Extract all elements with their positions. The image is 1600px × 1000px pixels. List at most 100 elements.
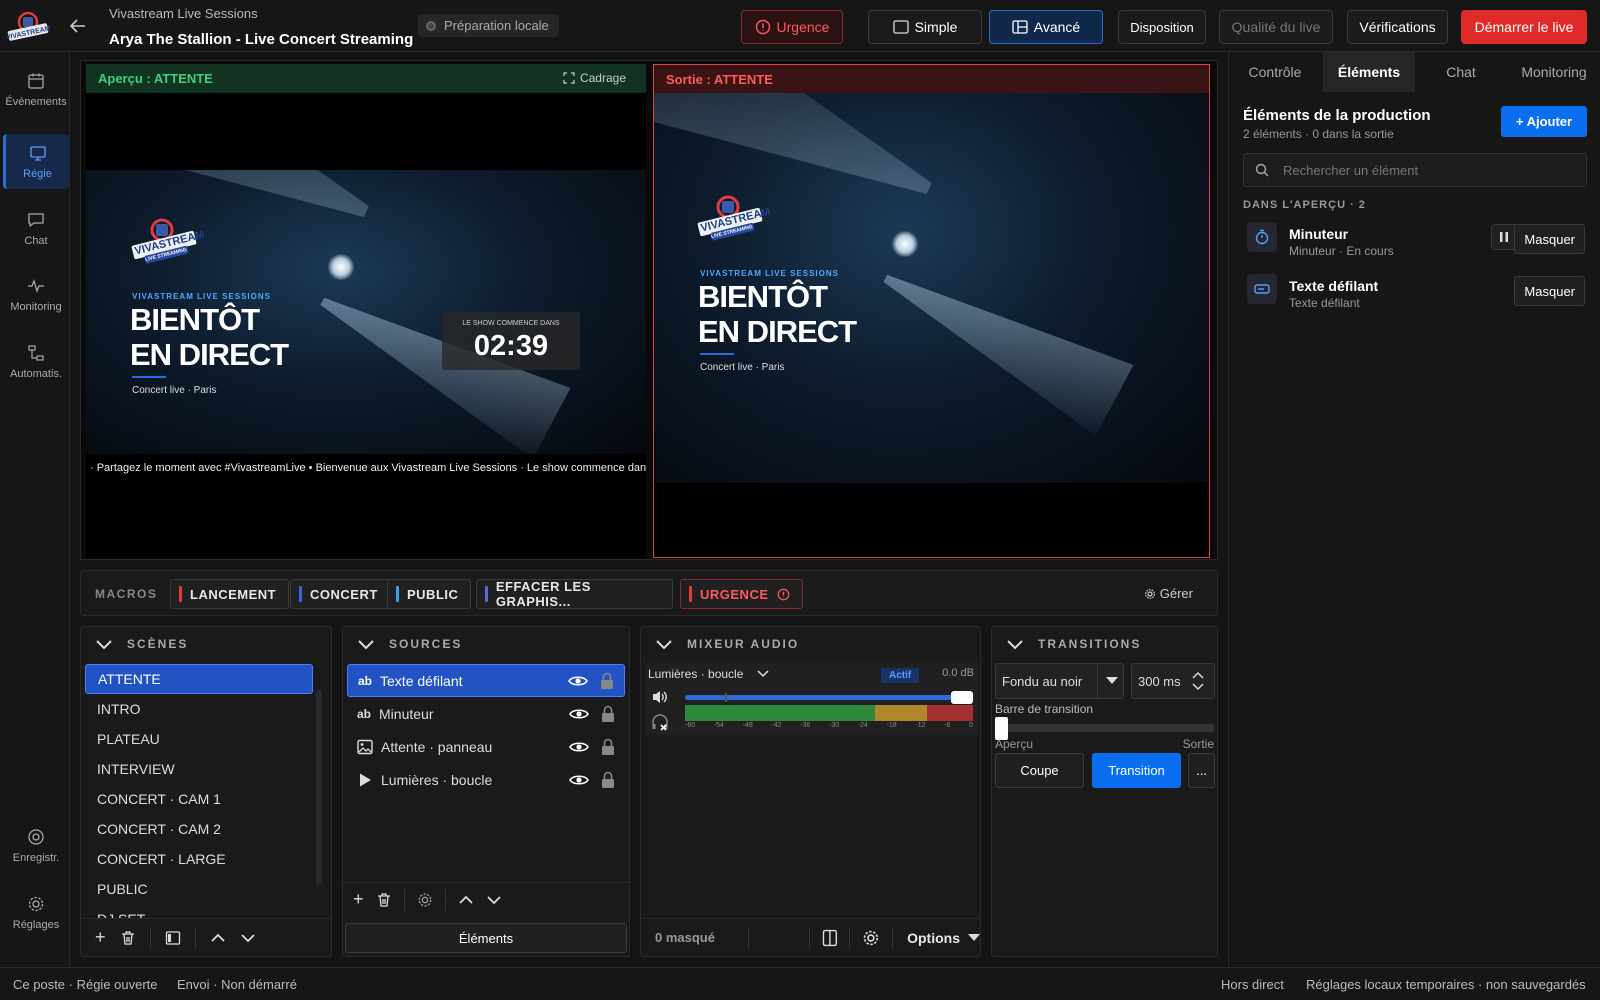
layout-columns-icon[interactable] (822, 929, 838, 947)
options-menu[interactable]: Options (907, 930, 980, 946)
scene-item[interactable]: CONCERT · LARGE (85, 844, 313, 874)
nav-monitoring-label: Monitoring (10, 300, 62, 313)
sources-header[interactable]: SOURCES (343, 627, 629, 661)
macro-concert[interactable]: CONCERT (290, 579, 391, 609)
overlay-subtitle: VIVASTREAM LIVE SESSIONS (132, 292, 271, 301)
gear-icon[interactable] (417, 892, 433, 908)
transitions-header[interactable]: TRANSITIONS (992, 627, 1217, 661)
nav-settings[interactable]: Réglages (3, 885, 69, 940)
scene-item[interactable]: INTRO (85, 694, 313, 724)
macro-clear-graphics[interactable]: EFFACER LES GRAPHIS... (476, 579, 673, 609)
trash-icon[interactable] (120, 930, 136, 946)
element-search[interactable] (1243, 153, 1587, 187)
audio-header[interactable]: MIXEUR AUDIO (641, 627, 980, 661)
volume-slider-track[interactable] (685, 691, 973, 704)
trash-icon[interactable] (376, 892, 392, 908)
eye-icon[interactable] (569, 707, 589, 721)
volume-tick (725, 693, 727, 702)
toolbar-divider (849, 926, 851, 949)
nav-events[interactable]: Événements (3, 62, 69, 117)
add-element-button[interactable]: + Ajouter (1501, 106, 1587, 137)
urgence-button[interactable]: Urgence (741, 10, 843, 44)
tab-monitoring[interactable]: Monitoring (1507, 52, 1600, 92)
scene-filter-icon[interactable] (165, 930, 181, 946)
tab-elements[interactable]: Éléments (1323, 52, 1415, 92)
tab-control[interactable]: Contrôle (1229, 52, 1321, 92)
tab-chat[interactable]: Chat (1415, 52, 1507, 92)
chevron-up-icon[interactable] (210, 932, 226, 944)
eye-icon[interactable] (569, 773, 589, 787)
checks-button[interactable]: Vérifications (1347, 10, 1448, 44)
add-source-icon[interactable]: + (353, 889, 364, 910)
macro-public[interactable]: PUBLIC (387, 579, 472, 609)
hide-element-button[interactable]: Masquer (1514, 276, 1585, 306)
scene-item[interactable]: PUBLIC (85, 874, 313, 904)
element-item-ticker[interactable]: Texte défilant Texte défilant Masquer (1243, 274, 1589, 316)
source-item[interactable]: Lumières · boucle (347, 763, 625, 796)
app-logo[interactable]: VIVASTREAM (6, 6, 50, 46)
layout-button[interactable]: Disposition (1118, 10, 1206, 44)
search-input[interactable] (1283, 162, 1573, 178)
mode-advanced-button[interactable]: Avancé (989, 10, 1103, 44)
pause-icon (1500, 232, 1508, 242)
chevron-down-icon[interactable] (240, 932, 256, 944)
macro-urgence[interactable]: URGENCE (680, 579, 803, 609)
lock-icon[interactable] (601, 771, 615, 789)
channel-selector[interactable]: Lumières · boucle (648, 667, 769, 681)
select-divider (1097, 664, 1098, 698)
lock-icon[interactable] (601, 705, 615, 723)
gear-icon[interactable] (862, 929, 880, 947)
cut-button[interactable]: Coupe (995, 753, 1084, 788)
start-live-button[interactable]: Démarrer le live (1461, 10, 1587, 44)
preview-monitor[interactable]: Aperçu : ATTENTE Cadrage VIVASTREAM LIVE… (86, 64, 646, 558)
crop-button[interactable]: Cadrage (563, 71, 626, 85)
transition-button[interactable]: Transition (1092, 753, 1181, 788)
nav-regie[interactable]: Régie (3, 134, 69, 189)
scene-item[interactable]: PLATEAU (85, 724, 313, 754)
duration-stepper[interactable]: 300 ms (1131, 663, 1215, 699)
more-options-button[interactable]: ... (1188, 753, 1215, 788)
toolbar-divider (194, 926, 196, 949)
scenes-scrollbar[interactable] (316, 690, 322, 885)
chevron-down-icon[interactable] (1192, 683, 1204, 691)
lock-icon[interactable] (600, 672, 614, 690)
transition-type-select[interactable]: Fondu au noir (995, 663, 1124, 699)
eye-icon[interactable] (569, 740, 589, 754)
scenes-header[interactable]: SCÈNES (81, 627, 331, 661)
chevron-up-icon[interactable] (458, 894, 474, 906)
volume-slider-handle[interactable] (951, 691, 973, 704)
quality-button[interactable]: Qualité du live (1219, 10, 1333, 44)
scene-item[interactable]: CONCERT · CAM 1 (85, 784, 313, 814)
eye-icon[interactable] (568, 674, 588, 688)
nav-automation[interactable]: Automatis. (3, 334, 69, 389)
chevron-up-icon[interactable] (1192, 671, 1204, 679)
scene-item[interactable]: ATTENTE (85, 664, 313, 694)
elements-button[interactable]: Éléments (345, 923, 627, 953)
headphones-muted-icon[interactable] (651, 713, 669, 731)
scene-item[interactable]: INTERVIEW (85, 754, 313, 784)
chevron-down-icon (656, 640, 672, 650)
nav-monitoring[interactable]: Monitoring (3, 267, 69, 322)
meter-yellow (875, 705, 927, 721)
hide-element-button[interactable]: Masquer (1514, 224, 1585, 254)
nav-recording[interactable]: Enregistr. (3, 818, 69, 873)
transition-bar[interactable] (995, 717, 1214, 740)
pause-button[interactable] (1491, 224, 1517, 250)
macro-lancement[interactable]: LANCEMENT (170, 579, 290, 609)
back-arrow-icon[interactable] (66, 14, 90, 38)
scene-item[interactable]: CONCERT · CAM 2 (85, 814, 313, 844)
channel-name: Lumières · boucle (648, 667, 744, 681)
element-item-timer[interactable]: Minuteur Minuteur · En cours Masquer (1243, 222, 1589, 264)
mode-simple-button[interactable]: Simple (868, 10, 982, 44)
add-scene-icon[interactable]: + (95, 927, 106, 948)
source-item[interactable]: Attente · panneau (347, 730, 625, 763)
scene-item[interactable]: DJ SET (85, 904, 313, 918)
source-item[interactable]: ab Texte défilant (347, 664, 625, 697)
source-item[interactable]: ab Minuteur (347, 697, 625, 730)
lock-icon[interactable] (601, 738, 615, 756)
nav-chat[interactable]: Chat (3, 201, 69, 256)
volume-icon[interactable] (651, 689, 669, 705)
manage-macros-button[interactable]: Gérer (1144, 586, 1193, 601)
output-monitor[interactable]: Sortie : ATTENTE VIVASTREAM LIVE STREAMI… (653, 64, 1210, 558)
chevron-down-icon[interactable] (486, 894, 502, 906)
